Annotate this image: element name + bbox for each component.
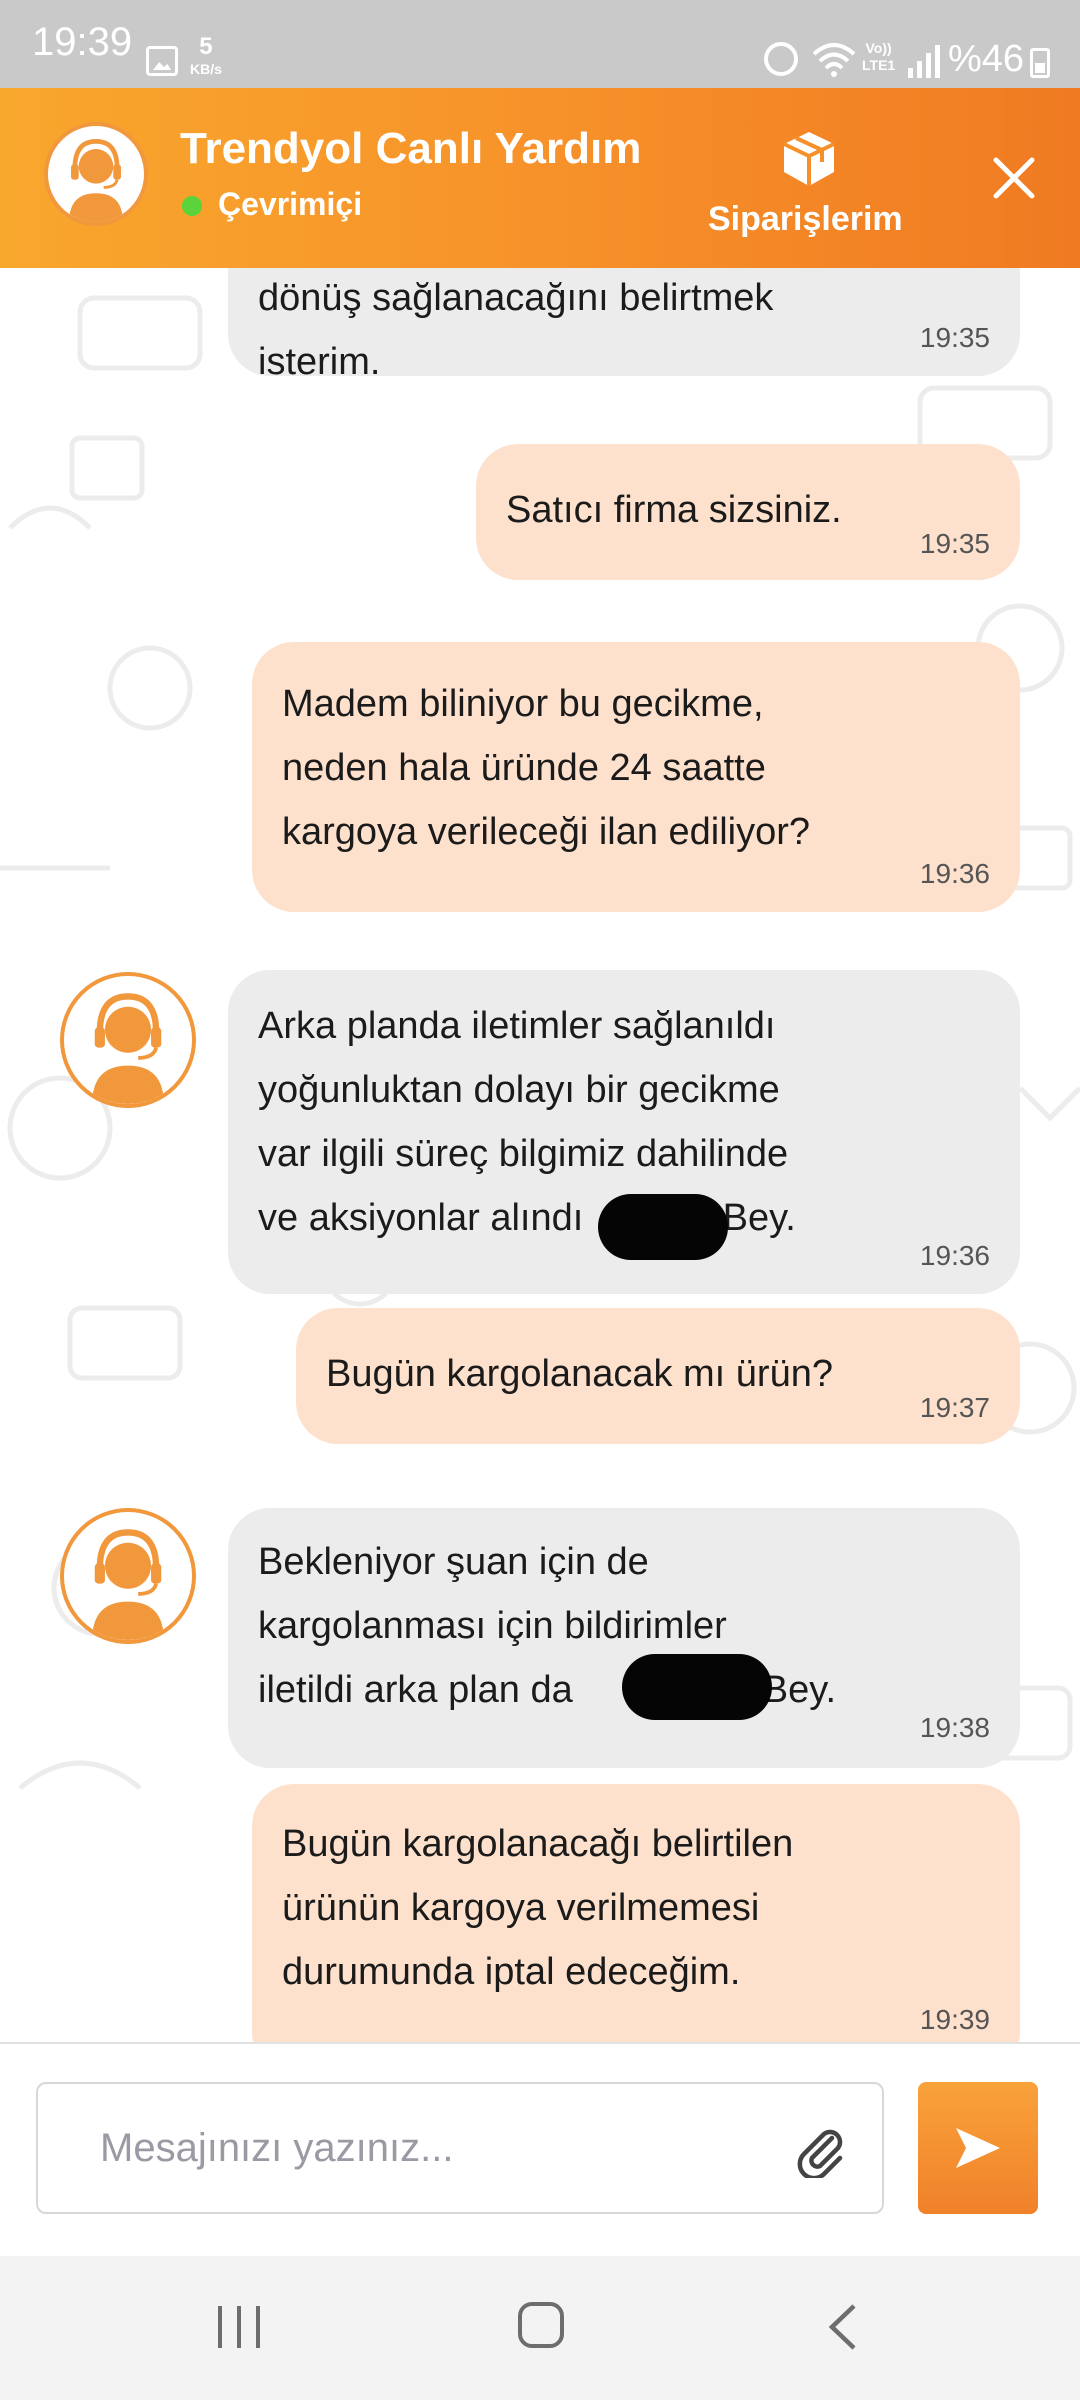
user-message: Bugün kargolanacağı belirtilen ürünün ka… xyxy=(252,1784,1020,2042)
agent-avatar xyxy=(60,1508,196,1644)
agent-message: Bekleniyor şuan için de kargolanması içi… xyxy=(228,1508,1020,1768)
online-status-label: Çevrimiçi xyxy=(218,186,363,222)
message-time: 19:36 xyxy=(919,1240,990,1271)
network-speed: 5 KB/s xyxy=(190,33,222,80)
headset-agent-icon xyxy=(92,1529,164,1640)
message-time: 19:37 xyxy=(919,1392,990,1423)
redacted-name xyxy=(622,1654,772,1720)
user-message: Madem biliniyor bu gecikme, neden hala ü… xyxy=(252,642,1020,912)
message-text: Madem biliniyor bu gecikme, neden hala ü… xyxy=(282,683,811,853)
user-message: Bugün kargolanacak mı ürün? 19:37 xyxy=(296,1308,1020,1444)
chat-title: Trendyol Canlı Yardım xyxy=(180,124,642,173)
network-speed-unit: KB/s xyxy=(190,61,222,77)
agent-avatar xyxy=(60,972,196,1108)
message-text: Bugün kargolanacağı belirtilen ürünün ka… xyxy=(282,1823,794,1993)
package-icon[interactable] xyxy=(778,128,840,190)
chat-messages[interactable]: dönüş sağlanacağını belirtmek isterim. 1… xyxy=(0,268,1080,2042)
signal-icon xyxy=(908,45,940,78)
message-text: Satıcı firma sizsiniz. xyxy=(506,489,842,531)
paperclip-icon[interactable] xyxy=(792,2122,848,2178)
agent-avatar-header xyxy=(44,122,148,226)
back-icon[interactable] xyxy=(826,2302,860,2352)
message-time: 19:35 xyxy=(919,322,990,353)
headset-agent-icon xyxy=(69,138,123,222)
lte-label: LTE1 xyxy=(862,57,896,73)
message-time: 19:35 xyxy=(919,528,990,559)
message-time: 19:36 xyxy=(919,858,990,889)
online-status-dot xyxy=(182,196,202,216)
message-input[interactable] xyxy=(36,2082,884,2214)
user-message: Satıcı firma sizsiniz. 19:35 xyxy=(476,444,1020,580)
alarm-icon xyxy=(764,42,798,76)
recent-apps-icon[interactable] xyxy=(214,2304,264,2350)
orders-button[interactable]: Siparişlerim xyxy=(708,200,903,239)
redacted-name xyxy=(598,1194,728,1260)
message-time: 19:38 xyxy=(919,1712,990,1743)
agent-message: Arka planda iletimler sağlanıldı yoğunlu… xyxy=(228,970,1020,1294)
message-text: dönüş sağlanacağını belirtmek isterim. xyxy=(258,277,774,383)
volte-label: Vo)) xyxy=(865,40,892,56)
system-nav-bar xyxy=(0,2256,1080,2400)
status-time: 19:39 xyxy=(32,20,133,64)
battery-icon xyxy=(1030,48,1050,78)
lte-indicator: Vo)) LTE1 xyxy=(862,40,895,74)
send-icon xyxy=(956,2128,1000,2168)
home-icon[interactable] xyxy=(518,2302,564,2348)
wifi-icon xyxy=(812,43,856,77)
gallery-notification-icon xyxy=(146,46,178,76)
close-icon[interactable] xyxy=(990,154,1038,202)
message-text: Bugün kargolanacak mı ürün? xyxy=(326,1353,833,1395)
network-speed-value: 5 xyxy=(199,33,213,60)
headset-agent-icon xyxy=(92,993,164,1104)
status-bar: 19:39 5 KB/s Vo)) LTE1 %46 xyxy=(0,0,1080,88)
message-composer xyxy=(0,2042,1080,2256)
send-button[interactable] xyxy=(918,2082,1038,2214)
agent-message: dönüş sağlanacağını belirtmek isterim. 1… xyxy=(228,268,1020,383)
message-time: 19:39 xyxy=(919,2004,990,2035)
chat-header: Trendyol Canlı Yardım Çevrimiçi Siparişl… xyxy=(0,88,1080,268)
battery-percent: %46 xyxy=(948,38,1025,80)
